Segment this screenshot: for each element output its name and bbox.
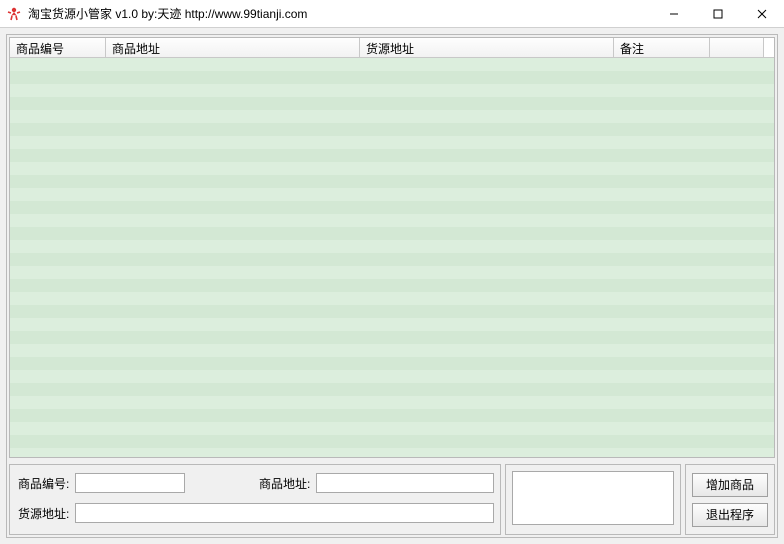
source-url-label: 货源地址: [16, 505, 71, 522]
remark-panel [505, 464, 681, 535]
exit-button[interactable]: 退出程序 [692, 503, 768, 527]
col-spacer[interactable] [710, 38, 764, 57]
col-remark[interactable]: 备注 [614, 38, 710, 57]
close-button[interactable] [740, 0, 784, 27]
input-panel: 商品编号: 商品地址: 货源地址: [9, 464, 501, 535]
titlebar: 淘宝货源小管家 v1.0 by:天迹 http://www.99tianji.c… [0, 0, 784, 28]
col-product-url[interactable]: 商品地址 [106, 38, 360, 57]
maximize-button[interactable] [696, 0, 740, 27]
table-body[interactable] [10, 58, 774, 457]
col-product-id[interactable]: 商品编号 [10, 38, 106, 57]
col-source-url[interactable]: 货源地址 [360, 38, 614, 57]
window-title: 淘宝货源小管家 v1.0 by:天迹 http://www.99tianji.c… [28, 5, 652, 22]
button-panel: 增加商品 退出程序 [685, 464, 775, 535]
product-url-label: 商品地址: [257, 475, 312, 492]
data-table[interactable]: 商品编号 商品地址 货源地址 备注 [9, 37, 775, 458]
window-controls [652, 0, 784, 27]
source-url-input[interactable] [75, 503, 494, 523]
add-product-button[interactable]: 增加商品 [692, 473, 768, 497]
app-icon [6, 6, 22, 22]
remark-textarea[interactable] [512, 471, 674, 525]
product-id-input[interactable] [75, 473, 185, 493]
product-url-input[interactable] [316, 473, 494, 493]
minimize-button[interactable] [652, 0, 696, 27]
table-header: 商品编号 商品地址 货源地址 备注 [10, 38, 774, 58]
product-id-label: 商品编号: [16, 475, 71, 492]
